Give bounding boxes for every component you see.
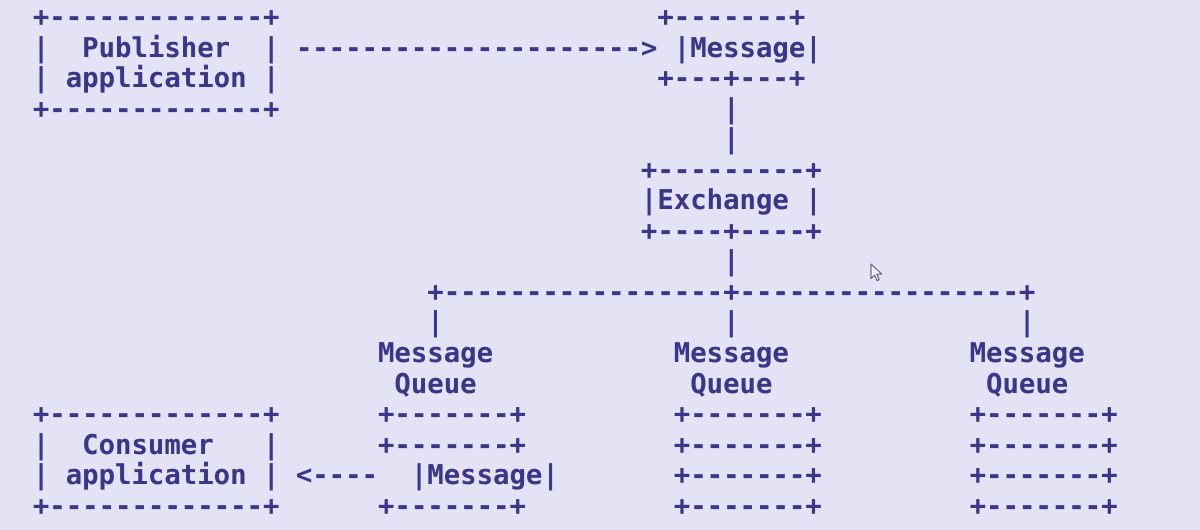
ascii-art-diagram: +-------------+ +-------+ | Publisher | … <box>32 2 1118 522</box>
diagram-canvas: +-------------+ +-------+ | Publisher | … <box>0 0 1200 530</box>
